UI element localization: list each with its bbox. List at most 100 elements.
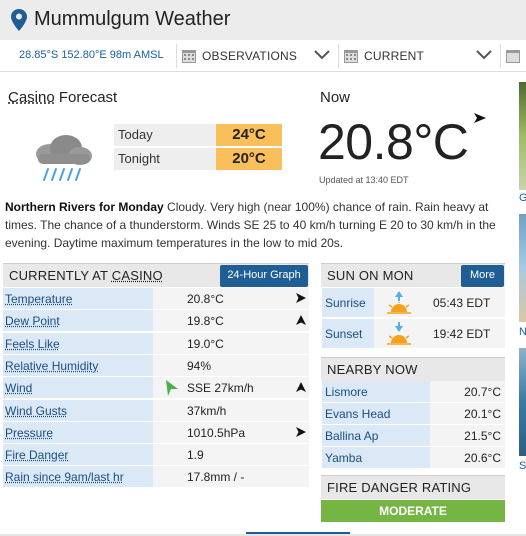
more-button[interactable]: More bbox=[461, 265, 504, 287]
observation-label-rain-since-9am-last-hr[interactable]: Rain since 9am/last hr bbox=[3, 466, 153, 488]
side-image-1-caption[interactable]: G bbox=[519, 192, 526, 204]
observation-label-wind-gusts[interactable]: Wind Gusts bbox=[3, 399, 153, 421]
forecast-place-link[interactable]: Casino bbox=[8, 89, 55, 106]
temperature-trend-icon bbox=[474, 113, 486, 123]
observation-icon-cell bbox=[153, 354, 183, 376]
observation-row: Pressure 1010.5hPa bbox=[3, 421, 309, 444]
sunset-icon-cell bbox=[374, 319, 424, 348]
sunrise-row: Sunrise 05:43 EDT bbox=[322, 288, 505, 318]
trend-right-icon bbox=[296, 293, 306, 303]
nearby-station-temp: 20.7°C bbox=[430, 381, 505, 402]
chevron-down-icon[interactable] bbox=[314, 47, 330, 61]
sun-panel-title: SUN ON MON bbox=[327, 268, 414, 283]
sunrise-icon bbox=[387, 291, 411, 314]
nearby-panel-title: NEARBY NOW bbox=[327, 362, 418, 377]
district-forecast: Northern Rivers for Monday Cloudy. Very … bbox=[5, 198, 510, 252]
district-name: Northern Rivers for Monday bbox=[5, 200, 164, 214]
current-selector[interactable]: CURRENT bbox=[338, 44, 498, 68]
extra-selector[interactable] bbox=[500, 44, 526, 68]
calendar-icon bbox=[182, 50, 196, 63]
side-image-3-caption[interactable]: S bbox=[519, 460, 526, 472]
observation-value-wind-gusts: 37km/h bbox=[183, 399, 309, 421]
observation-row: Relative Humidity 94% bbox=[3, 354, 309, 377]
currently-title-place[interactable]: CASINO bbox=[112, 268, 163, 283]
updated-time: Updated at 13:40 EDT bbox=[319, 175, 409, 185]
side-image-1[interactable] bbox=[519, 82, 526, 190]
sunset-icon bbox=[387, 322, 411, 345]
side-image-strip[interactable]: G N S bbox=[519, 82, 526, 472]
fire-panel-title: FIRE DANGER RATING bbox=[327, 480, 472, 495]
nearby-station-name[interactable]: Evans Head bbox=[322, 403, 430, 424]
observation-icon-cell bbox=[153, 399, 183, 421]
fire-panel-header: FIRE DANGER RATING bbox=[321, 475, 505, 499]
trend-up-icon bbox=[296, 315, 306, 326]
nearby-row[interactable]: Evans Head 20.1°C bbox=[322, 403, 505, 425]
observation-icon-cell bbox=[153, 332, 183, 354]
observation-value-fire-danger: 1.9 bbox=[183, 444, 309, 466]
side-image-3[interactable] bbox=[519, 348, 526, 456]
observation-label-temperature[interactable]: Temperature bbox=[3, 288, 153, 309]
forecast-heading-suffix: Forecast bbox=[54, 89, 118, 106]
observation-value-rain-since-9am-last-hr: 17.8mm / - bbox=[183, 466, 309, 488]
sun-panel-header: SUN ON MON More bbox=[321, 263, 505, 287]
coordinates-label: 28.85°S 152.80°E 98m AMSL bbox=[19, 49, 164, 61]
nearby-station-temp: 20.1°C bbox=[430, 403, 505, 424]
nearby-station-temp: 20.6°C bbox=[430, 447, 505, 468]
fire-danger-rating: MODERATE bbox=[321, 500, 505, 522]
forecast-heading: Casino Forecast bbox=[8, 89, 117, 106]
side-image-2-caption[interactable]: N bbox=[519, 326, 526, 338]
observations-selector-label: OBSERVATIONS bbox=[202, 49, 298, 63]
sunrise-label: Sunrise bbox=[322, 288, 374, 317]
observation-row: Dew Point 19.8°C bbox=[3, 310, 309, 333]
nearby-row[interactable]: Yamba 20.6°C bbox=[322, 447, 505, 469]
sunset-row: Sunset 19:42 EDT bbox=[322, 319, 505, 349]
forecast-today-value: 24°C bbox=[216, 124, 282, 146]
observation-icon-cell bbox=[153, 288, 183, 309]
observation-row: Fire Danger 1.9 bbox=[3, 444, 309, 467]
page-title: Mummulgum Weather bbox=[34, 8, 231, 30]
observation-row: Rain since 9am/last hr 17.8mm / - bbox=[3, 466, 309, 489]
observation-value-pressure: 1010.5hPa bbox=[183, 421, 309, 443]
observation-label-dew-point[interactable]: Dew Point bbox=[3, 310, 153, 332]
nearby-row[interactable]: Lismore 20.7°C bbox=[322, 381, 505, 403]
observation-row: Wind Gusts 37km/h bbox=[3, 399, 309, 422]
nearby-station-name[interactable]: Lismore bbox=[322, 381, 430, 402]
cloud-rain-icon bbox=[36, 135, 92, 181]
location-bar: 28.85°S 152.80°E 98m AMSL OBSERVATIONS C… bbox=[0, 40, 526, 72]
observation-label-wind[interactable]: Wind bbox=[3, 377, 153, 399]
calendar-icon bbox=[506, 50, 520, 63]
observation-row: Feels Like 19.0°C bbox=[3, 332, 309, 355]
forecast-tonight-value: 20°C bbox=[216, 148, 282, 170]
observation-label-feels-like[interactable]: Feels Like bbox=[3, 332, 153, 354]
forecast-tonight-label: Tonight bbox=[114, 148, 216, 170]
observation-icon-cell bbox=[153, 421, 183, 443]
observation-value-dew-point: 19.8°C bbox=[183, 310, 309, 332]
observation-value-feels-like: 19.0°C bbox=[183, 332, 309, 354]
currently-title-prefix: CURRENTLY AT bbox=[9, 268, 112, 283]
nearby-station-temp: 21.5°C bbox=[430, 425, 505, 446]
nearby-station-name[interactable]: Yamba bbox=[322, 447, 430, 468]
forecast-today-row: Today 24°C bbox=[114, 124, 282, 146]
observation-value-relative-humidity: 94% bbox=[183, 354, 309, 376]
observation-label-pressure[interactable]: Pressure bbox=[3, 421, 153, 443]
nearby-row[interactable]: Ballina Ap 21.5°C bbox=[322, 425, 505, 447]
observations-selector[interactable]: OBSERVATIONS bbox=[176, 44, 336, 68]
trend-right-icon bbox=[296, 426, 306, 437]
24-hour-graph-button[interactable]: 24-Hour Graph bbox=[220, 265, 308, 287]
forecast-tonight-row: Tonight 20°C bbox=[114, 148, 282, 170]
forecast-today-label: Today bbox=[114, 124, 216, 146]
observation-label-fire-danger[interactable]: Fire Danger bbox=[3, 444, 153, 466]
current-selector-label: CURRENT bbox=[364, 49, 425, 63]
observation-value-wind: SSE 27km/h bbox=[183, 377, 309, 399]
current-temperature: 20.8°C bbox=[318, 114, 469, 170]
location-pin-icon bbox=[11, 9, 27, 31]
wind-direction-icon bbox=[166, 380, 178, 397]
observation-icon-cell bbox=[153, 310, 183, 332]
nearby-station-name[interactable]: Ballina Ap bbox=[322, 425, 430, 446]
nearby-panel-header: NEARBY NOW bbox=[321, 357, 505, 381]
calendar-icon bbox=[344, 50, 358, 63]
observation-label-relative-humidity[interactable]: Relative Humidity bbox=[3, 354, 153, 376]
side-image-2[interactable] bbox=[519, 214, 526, 322]
currently-panel-header: CURRENTLY AT CASINO 24-Hour Graph bbox=[3, 263, 309, 287]
chevron-down-icon[interactable] bbox=[476, 47, 492, 61]
